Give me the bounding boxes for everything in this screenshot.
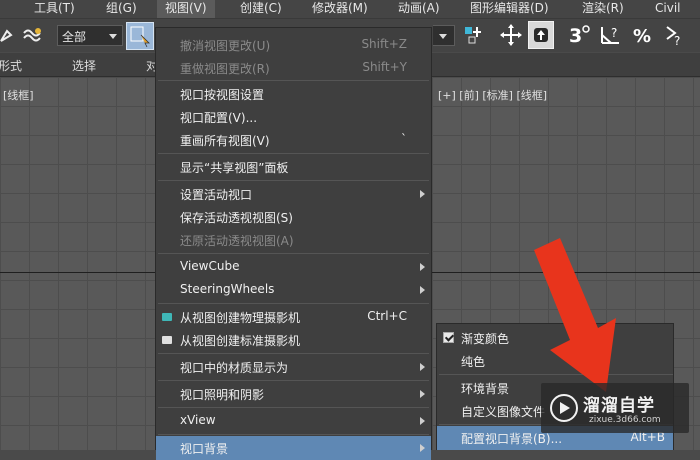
menu-separator (158, 407, 429, 408)
checkmark-icon (443, 332, 454, 343)
menu-graph-editors[interactable]: 图形编辑器(D) (470, 0, 549, 18)
wave-bind-icon[interactable] (20, 21, 46, 49)
submenu-arrow-icon (420, 417, 425, 425)
menu-animation[interactable]: 动画(A) (398, 0, 440, 18)
menu-tools[interactable]: 工具(T) (34, 0, 75, 18)
selection-filter-dropdown[interactable]: 全部 (57, 25, 123, 46)
menu-create[interactable]: 创建(C) (240, 0, 282, 18)
menu-separator (158, 380, 429, 381)
svg-text:3: 3 (569, 25, 582, 47)
ribbon-tab-select[interactable]: 选择 (72, 57, 96, 74)
ribbon-tab-form[interactable]: 形式 (0, 57, 22, 74)
chevron-down-icon (109, 34, 117, 39)
angle-snap-icon[interactable]: ? (598, 21, 624, 49)
menu-item-redo-view[interactable]: 重做视图更改(R) Shift+Y (156, 56, 431, 80)
menu-separator (158, 80, 429, 81)
menu-separator (158, 253, 429, 254)
menu-item-viewport-config[interactable]: 视口配置(V)... (156, 105, 431, 129)
menu-separator (158, 153, 429, 154)
grid-axis-line (0, 272, 155, 273)
camera-icon (162, 336, 172, 344)
svg-text:?: ? (674, 34, 680, 47)
viewport-label[interactable]: [+] [前] [标准] [线框] (438, 87, 547, 103)
menu-item-material-display[interactable]: 视口中的材质显示为 (156, 355, 431, 379)
menu-modifiers[interactable]: 修改器(M) (312, 0, 368, 18)
menu-item-viewcube[interactable]: ViewCube (156, 255, 431, 279)
viewport-left[interactable]: [线框] (0, 77, 155, 450)
menu-bar: 工具(T) 组(G) 视图(V) 创建(C) 修改器(M) 动画(A) 图形编辑… (0, 0, 700, 19)
pin-icon[interactable] (0, 21, 20, 49)
menu-item-create-physical-camera[interactable]: 从视图创建物理摄影机 Ctrl+C (156, 305, 431, 329)
camera-icon (162, 313, 172, 321)
menu-item-redraw-all[interactable]: 重画所有视图(V) ` (156, 128, 431, 152)
use-pivot-icon[interactable] (462, 21, 488, 49)
percent-snap-icon[interactable]: % (630, 21, 656, 49)
submenu-arrow-icon (420, 390, 425, 398)
spinner-snap-icon[interactable]: ? (660, 21, 686, 49)
move-icon[interactable] (498, 21, 524, 49)
snap-3-icon[interactable]: 3 (566, 21, 592, 49)
menu-item-shared-views[interactable]: 显示“共享视图”面板 (156, 155, 431, 179)
view-menu-dropdown: 撤消视图更改(U) Shift+Z 重做视图更改(R) Shift+Y 视口按视图设… (155, 27, 432, 460)
menu-civil[interactable]: Civil (655, 0, 680, 18)
menu-item-restore-perspective[interactable]: 还原活动透视视图(A) (156, 228, 431, 252)
menu-item-viewport-background[interactable]: 视口背景 (156, 436, 431, 460)
svg-text:?: ? (611, 26, 617, 40)
submenu-arrow-icon (420, 286, 425, 294)
submenu-arrow-icon (420, 444, 425, 452)
menu-rendering[interactable]: 渲染(R) (582, 0, 624, 18)
menu-group[interactable]: 组(G) (106, 0, 137, 18)
menu-item-steeringwheels[interactable]: SteeringWheels (156, 278, 431, 302)
manipulate-icon[interactable] (528, 21, 554, 49)
submenu-arrow-icon (420, 190, 425, 198)
chevron-down-icon (439, 34, 447, 39)
menu-item-xview[interactable]: xView (156, 409, 431, 433)
watermark: 溜溜自学 zixue.3d66.com (541, 383, 689, 433)
reference-coord-dropdown[interactable] (433, 25, 455, 46)
menu-item-undo-view[interactable]: 撤消视图更改(U) Shift+Z (156, 33, 431, 57)
menu-separator (158, 180, 429, 181)
menu-item-set-active-viewport[interactable]: 设置活动视口 (156, 182, 431, 206)
menu-separator (158, 434, 429, 435)
menu-separator (158, 303, 429, 304)
viewport-grid (0, 77, 155, 450)
menu-item-lighting-shadows[interactable]: 视口照明和阴影 (156, 382, 431, 406)
menu-view[interactable]: 视图(V) (157, 0, 215, 18)
watermark-url: zixue.3d66.com (589, 415, 661, 425)
red-arrow-annotation (534, 238, 616, 392)
viewport-label[interactable]: [线框] (3, 87, 34, 103)
select-object-icon[interactable] (126, 22, 154, 50)
menu-item-save-perspective[interactable]: 保存活动透视视图(S) (156, 205, 431, 229)
watermark-title: 溜溜自学 (583, 396, 655, 416)
play-logo-icon (550, 394, 578, 422)
menu-item-viewport-per-view[interactable]: 视口按视图设置 (156, 82, 431, 106)
svg-text:%: % (633, 26, 651, 47)
menu-separator (158, 353, 429, 354)
selection-filter-value: 全部 (62, 30, 87, 44)
menu-item-create-standard-camera[interactable]: 从视图创建标准摄影机 (156, 328, 431, 352)
submenu-arrow-icon (420, 363, 425, 371)
submenu-arrow-icon (420, 263, 425, 271)
